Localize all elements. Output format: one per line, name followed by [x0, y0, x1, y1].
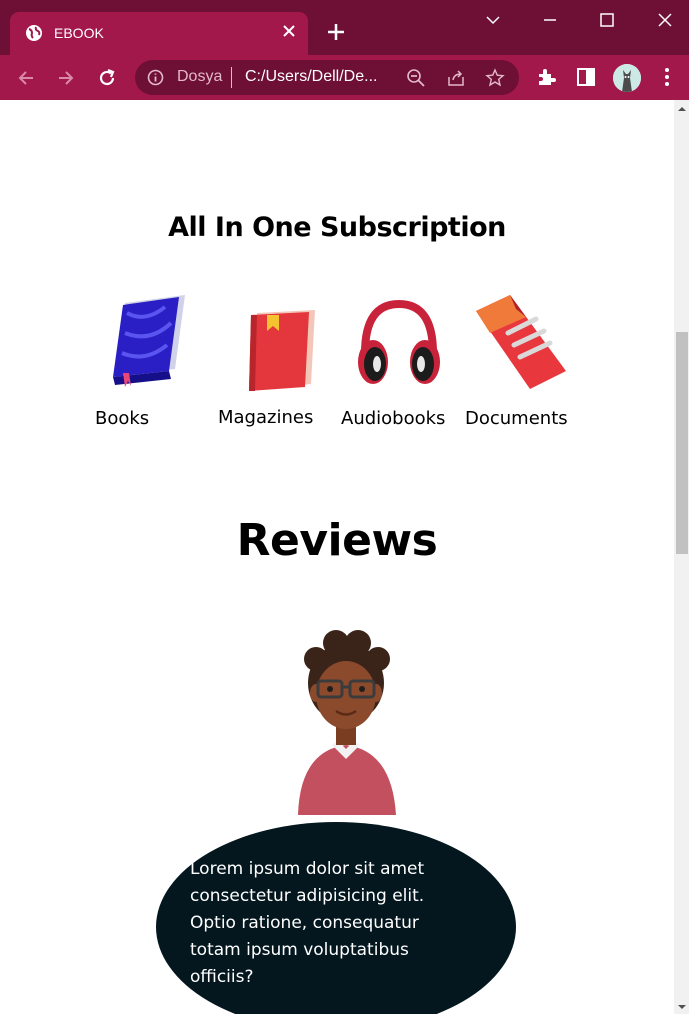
globe-icon — [26, 25, 42, 41]
scrollbar-thumb[interactable] — [676, 332, 688, 554]
reload-icon[interactable] — [96, 67, 118, 89]
page-viewport: All In One Subscription Books Magazines — [0, 100, 674, 1014]
headphones-icon — [358, 299, 440, 384]
extensions-icon[interactable] — [535, 66, 557, 88]
menu-dots-icon[interactable] — [656, 66, 678, 88]
profile-avatar-icon — [613, 64, 641, 92]
close-tab-icon[interactable] — [281, 23, 297, 39]
maximize-icon[interactable] — [597, 10, 617, 30]
subscription-heading: All In One Subscription — [168, 212, 506, 243]
address-bar[interactable]: Dosya C:/Users/Dell/De... — [135, 60, 519, 95]
browser-titlebar: EBOOK — [0, 0, 689, 55]
star-icon[interactable] — [485, 68, 505, 88]
url-text[interactable]: C:/Users/Dell/De... — [245, 68, 377, 86]
profile-avatar[interactable] — [613, 64, 641, 92]
magazine-icon — [249, 310, 315, 391]
browser-tab[interactable]: EBOOK — [10, 12, 308, 55]
chevron-down-icon[interactable] — [483, 10, 503, 30]
forward-arrow-icon[interactable] — [55, 67, 77, 89]
share-icon[interactable] — [446, 68, 466, 88]
new-tab-icon[interactable] — [326, 22, 346, 42]
zoom-out-icon[interactable] — [406, 68, 426, 88]
magazines-category[interactable] — [245, 307, 323, 392]
info-icon[interactable] — [147, 69, 164, 86]
review-text: Lorem ipsum dolor sit amet consectetur a… — [190, 859, 425, 987]
back-arrow-icon[interactable] — [15, 67, 37, 89]
book-icon — [113, 295, 185, 387]
audiobooks-category[interactable] — [355, 298, 443, 388]
minimize-icon[interactable] — [540, 10, 560, 30]
side-panel-icon[interactable] — [575, 66, 597, 88]
reviewer-avatar — [292, 625, 400, 815]
magazines-label: Magazines — [218, 407, 314, 428]
scroll-down-icon[interactable] — [677, 1002, 687, 1012]
address-separator — [231, 67, 232, 88]
documents-category[interactable] — [470, 293, 570, 393]
tab-title: EBOOK — [54, 25, 104, 41]
reviewer-avatar-icon — [298, 630, 396, 815]
document-icon — [476, 295, 566, 389]
reviews-heading: Reviews — [236, 515, 438, 566]
scrollbar-track[interactable] — [674, 100, 689, 1014]
site-label: Dosya — [177, 68, 223, 85]
close-window-icon[interactable] — [655, 10, 675, 30]
books-label: Books — [95, 408, 150, 429]
documents-label: Documents — [465, 408, 568, 429]
browser-toolbar: Dosya C:/Users/Dell/De... — [0, 55, 689, 100]
scroll-up-icon[interactable] — [677, 104, 687, 114]
books-category[interactable] — [105, 293, 195, 388]
audiobooks-label: Audiobooks — [341, 408, 446, 429]
